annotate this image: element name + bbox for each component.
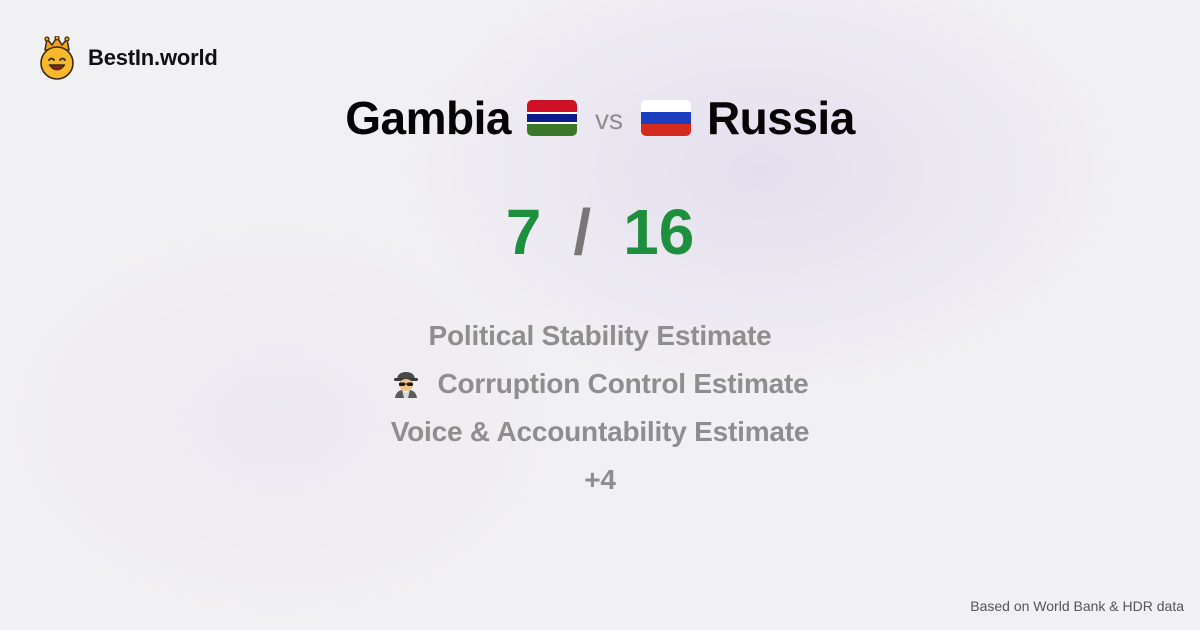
criterion-item: Voice & Accountability Estimate [0, 408, 1200, 456]
left-country-name: Gambia [345, 92, 511, 144]
criterion-label: Voice & Accountability Estimate [390, 416, 810, 447]
criterion-label: Corruption Control Estimate [437, 368, 809, 399]
brand-logo[interactable]: BestIn.world [38, 36, 218, 80]
right-score: 16 [623, 196, 695, 268]
criterion-item: Corruption Control Estimate [0, 360, 1200, 408]
right-country-name: Russia [706, 92, 855, 144]
criterion-item: Political Stability Estimate [0, 312, 1200, 360]
comparison-title: Gambia vs Russia [0, 88, 1200, 148]
criterion-label: Political Stability Estimate [428, 320, 772, 351]
vs-label: vs [594, 104, 623, 135]
score-separator: / [573, 196, 592, 268]
gambia-flag-icon [526, 100, 577, 136]
left-score: 7 [505, 196, 542, 268]
brand-name: BestIn.world [88, 45, 218, 70]
more-criteria-count: +4 [584, 464, 616, 495]
russia-flag-icon [640, 100, 691, 136]
criteria-list: Political Stability Estimate Corruption … [0, 312, 1200, 504]
score-display: 7 / 16 [0, 194, 1200, 270]
crowned-smiley-icon [40, 36, 74, 80]
data-source-note: Based on World Bank & HDR data [970, 598, 1184, 614]
detective-icon [394, 372, 419, 398]
